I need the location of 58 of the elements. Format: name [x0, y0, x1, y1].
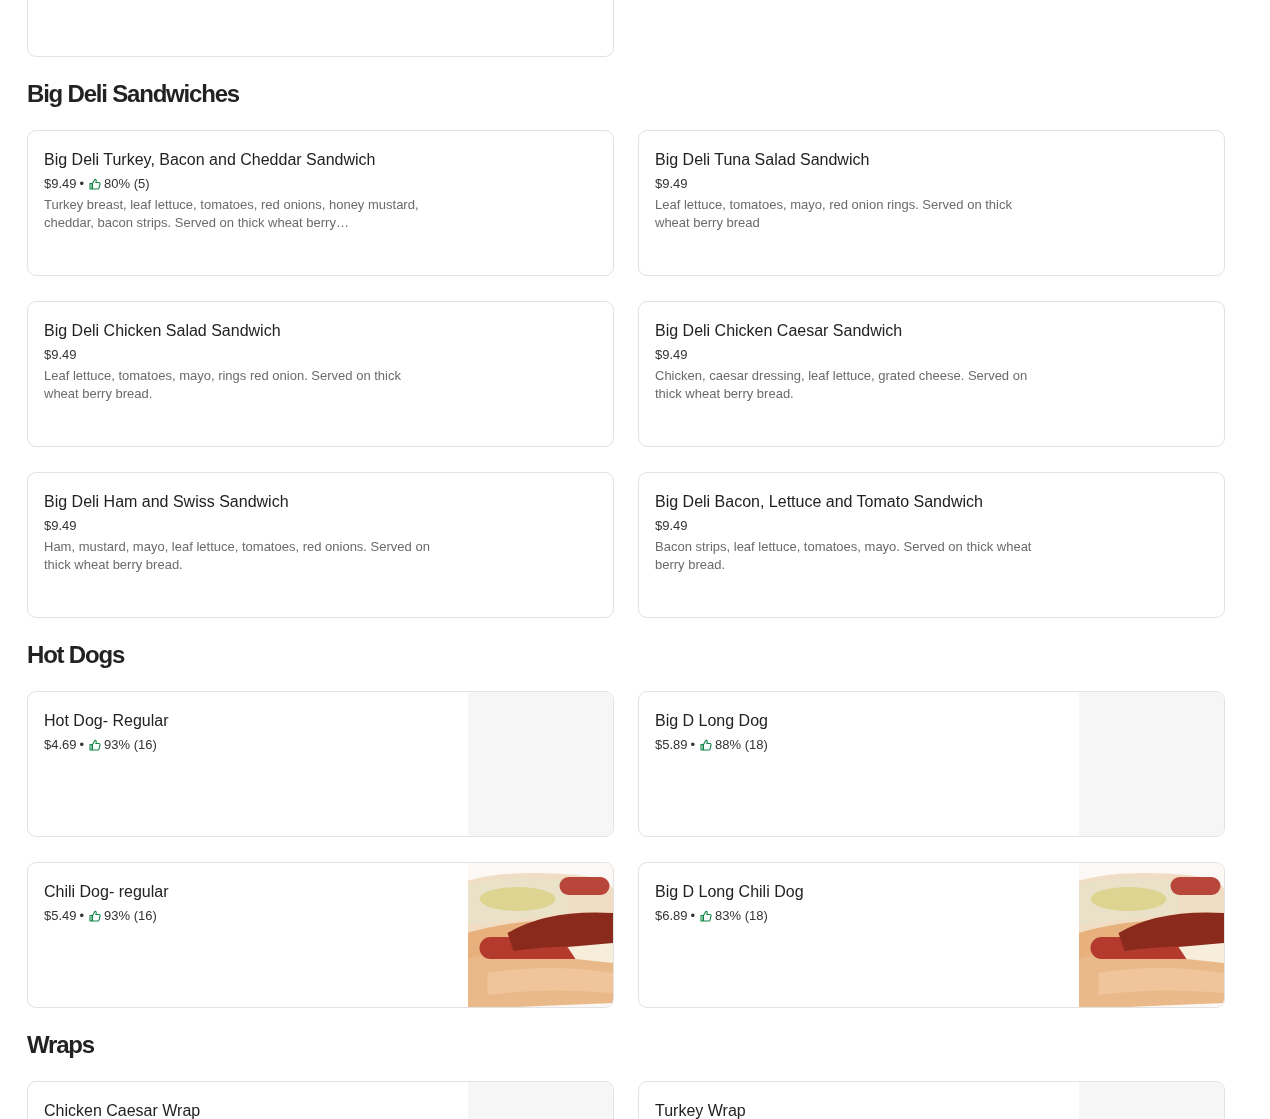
item-name: Big Deli Tuna Salad Sandwich: [655, 150, 871, 170]
item-name: Big D Long Chili Dog: [655, 882, 805, 902]
menu-item-card[interactable]: Big Deli Bacon, Lettuce and Tomato Sandwich $9.49 Bacon strips, leaf lettuce, tomatoes, mayo. Served on thick wheat berry bread.: [638, 472, 1225, 618]
menu-item-card[interactable]: Big Deli Tuna Salad Sandwich $9.49 Leaf lettuce, tomatoes, mayo, red onion rings. Served on thick wheat berry bread: [638, 130, 1225, 276]
separator-dot: •: [79, 737, 85, 753]
item-price: $9.49: [44, 347, 77, 363]
thumbs-up-icon: [89, 178, 102, 190]
item-price: $9.49: [655, 176, 688, 192]
menu-item-card[interactable]: Hot Dog- Regular $4.69 • 93% (16): [27, 691, 614, 837]
thumbs-up-icon: [700, 910, 713, 922]
item-rating: 93% (16): [104, 908, 157, 924]
item-name: Big Deli Chicken Caesar Sandwich: [655, 321, 904, 341]
item-price: $5.89: [655, 737, 688, 753]
item-name: Big Deli Turkey, Bacon and Cheddar Sandwich: [44, 150, 377, 170]
item-description: Chicken, caesar dressing, leaf lettuce, grated cheese. Served on thick wheat berry bread.: [655, 367, 1029, 403]
item-rating: 88% (18): [715, 737, 768, 753]
separator-dot: •: [79, 908, 85, 924]
item-name: Big Deli Bacon, Lettuce and Tomato Sandwich: [655, 492, 984, 512]
section-heading: Big Deli Sandwiches: [27, 78, 240, 109]
item-name: Big D Long Dog: [655, 711, 769, 731]
item-rating: 93% (16): [104, 737, 157, 753]
item-name: Big Deli Ham and Swiss Sandwich: [44, 492, 290, 512]
item-name: Chicken Caesar Wrap: [44, 1101, 202, 1119]
menu-item-card[interactable]: Turkey Wrap: [638, 1081, 1225, 1119]
item-description: Leaf lettuce, tomatoes, mayo, rings red onion. Served on thick wheat berry bread.: [44, 367, 402, 403]
menu-item-card[interactable]: Big Deli Ham and Swiss Sandwich $9.49 Ham, mustard, mayo, leaf lettuce, tomatoes, red onions. Served on thick wheat berry bread.: [27, 472, 614, 618]
item-name: Turkey Wrap: [655, 1101, 747, 1119]
separator-dot: •: [79, 176, 85, 192]
menu-item-card[interactable]: Big Deli Chicken Salad Sandwich $9.49 Leaf lettuce, tomatoes, mayo, rings red onion. Served on thick wheat berry bread.: [27, 301, 614, 447]
menu-item-card[interactable]: Chili Dog- regular $5.49 • 93% (16): [27, 862, 614, 1008]
menu-item-card[interactable]: Big Deli Turkey, Bacon and Cheddar Sandwich $9.49 • 80% (5) Turkey breast, leaf lettuce, tomatoes, red onions, honey mustard, cheddar, bacon strips. Served on thick wheat berry…: [27, 130, 614, 276]
item-description: Leaf lettuce, tomatoes, mayo, red onion rings. Served on thick wheat berry bread: [655, 196, 1013, 232]
item-rating: 83% (18): [715, 908, 768, 924]
item-rating: 80% (5): [104, 176, 150, 192]
item-price: $9.49: [655, 518, 688, 534]
item-price: $5.49: [44, 908, 77, 924]
menu-item-card[interactable]: Big D Long Chili Dog $6.89 • 83% (18): [638, 862, 1225, 1008]
item-price: $4.69: [44, 737, 77, 753]
separator-dot: •: [690, 737, 696, 753]
item-price: $9.49: [44, 176, 77, 192]
menu-item-card[interactable]: Chicken Caesar Wrap: [27, 1081, 614, 1119]
separator-dot: •: [690, 908, 696, 924]
item-name: Chili Dog- regular: [44, 882, 170, 902]
item-name: Hot Dog- Regular: [44, 711, 170, 731]
thumbs-up-icon: [89, 739, 102, 751]
item-description: Ham, mustard, mayo, leaf lettuce, tomatoes, red onions. Served on thick wheat berry bread.: [44, 538, 431, 574]
section-heading: Wraps: [27, 1029, 95, 1060]
item-price: $6.89: [655, 908, 688, 924]
thumbs-up-icon: [700, 739, 713, 751]
item-description: Bacon strips, leaf lettuce, tomatoes, mayo. Served on thick wheat berry bread.: [655, 538, 1033, 574]
item-price: $9.49: [44, 518, 77, 534]
section-heading: Hot Dogs: [27, 639, 126, 670]
item-name: Big Deli Chicken Salad Sandwich: [44, 321, 282, 341]
item-price: $9.49: [655, 347, 688, 363]
item-description: Turkey breast, leaf lettuce, tomatoes, red onions, honey mustard, cheddar, bacon strips. Served on thick wheat berry…: [44, 196, 420, 232]
menu-item-card[interactable]: Big Deli Chicken Caesar Sandwich $9.49 Chicken, caesar dressing, leaf lettuce, grated cheese. Served on thick wheat berry bread.: [638, 301, 1225, 447]
thumbs-up-icon: [89, 910, 102, 922]
menu-item-card[interactable]: Big D Long Dog $5.89 • 88% (18): [638, 691, 1225, 837]
